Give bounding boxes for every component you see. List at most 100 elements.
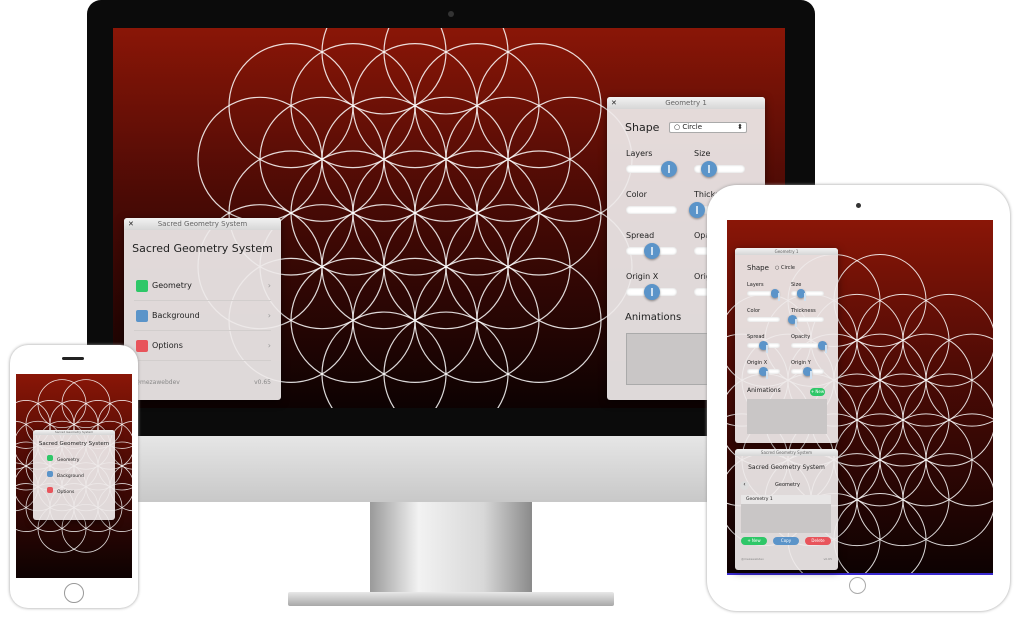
menu-item-background[interactable]: Background bbox=[33, 471, 115, 487]
slider-label: Color bbox=[626, 190, 647, 199]
geometry-icon bbox=[136, 279, 148, 292]
delete-button[interactable]: Delete bbox=[805, 537, 831, 545]
background-icon bbox=[136, 309, 148, 322]
options-icon bbox=[47, 487, 53, 493]
slider-label: Size bbox=[694, 149, 711, 158]
slider-label: Origin X bbox=[626, 272, 659, 281]
pattern-circle bbox=[383, 311, 509, 408]
slider-label: Opacity bbox=[791, 334, 811, 340]
animations-label: Animations bbox=[747, 387, 781, 394]
imac-chin bbox=[87, 436, 815, 502]
menu-label: Background bbox=[57, 474, 84, 479]
menu-item-background[interactable]: Background › bbox=[134, 301, 271, 331]
animations-label: Animations bbox=[625, 312, 682, 323]
phone-home-button[interactable] bbox=[64, 583, 84, 603]
slider-handle[interactable] bbox=[688, 202, 705, 218]
slider-origin-x[interactable] bbox=[626, 284, 677, 300]
window-title: Sacred Geometry System bbox=[157, 220, 248, 228]
imac-base bbox=[288, 592, 614, 606]
slider-handle[interactable] bbox=[661, 161, 678, 177]
slider-label: Layers bbox=[747, 282, 764, 288]
chevron-right-icon: › bbox=[267, 281, 271, 290]
slider-handle[interactable] bbox=[759, 341, 768, 353]
imac-camera bbox=[448, 11, 454, 17]
copy-button[interactable]: Copy bbox=[773, 537, 799, 545]
geometry-list: Geometry 1 bbox=[741, 495, 831, 533]
chevron-right-icon: › bbox=[267, 311, 271, 320]
slider-label: Thickness bbox=[791, 308, 816, 314]
window-title: Geometry 1 bbox=[774, 249, 799, 254]
menu-item-options[interactable]: Options › bbox=[134, 331, 271, 361]
footer: @mezawebdev v0.65 bbox=[124, 379, 281, 386]
window-title: Sacred Geometry System bbox=[760, 450, 813, 455]
tablet-camera bbox=[856, 203, 861, 208]
handle: @mezawebdev bbox=[134, 379, 180, 386]
tablet-home-button[interactable] bbox=[849, 577, 866, 594]
panel-title: Sacred Geometry System bbox=[748, 464, 825, 471]
shape-value: Circle bbox=[682, 123, 703, 131]
close-icon[interactable]: ✕ bbox=[128, 218, 134, 230]
slider-color[interactable] bbox=[626, 206, 677, 214]
imac-stand bbox=[370, 502, 532, 594]
slider-handle[interactable] bbox=[770, 289, 780, 301]
version: v0.65 bbox=[254, 379, 271, 386]
slider-handle[interactable] bbox=[796, 289, 806, 301]
back-button[interactable]: ‹ bbox=[740, 481, 749, 490]
shape-value[interactable]: ○ Circle bbox=[775, 265, 795, 271]
list-item[interactable]: Geometry 1 bbox=[741, 495, 831, 504]
close-icon[interactable]: ✕ bbox=[611, 97, 617, 109]
version: v0.65 bbox=[823, 557, 832, 561]
geometry-panel: Geometry 1 Shape ○ Circle Animations + N… bbox=[735, 248, 838, 443]
slider-label: Color bbox=[747, 308, 761, 314]
main-menu-panel: ✕ Sacred Geometry System Sacred Geometry … bbox=[124, 218, 281, 400]
handle: @mezawebdev bbox=[741, 557, 764, 561]
new-animation-button[interactable]: + New bbox=[810, 388, 825, 396]
menu-item-geometry[interactable]: Geometry › bbox=[134, 271, 271, 301]
slider-origin-x[interactable] bbox=[747, 367, 780, 379]
slider-handle[interactable] bbox=[701, 161, 718, 177]
slider-handle[interactable] bbox=[643, 243, 660, 259]
menu-label: Background bbox=[152, 311, 200, 320]
title-bar: Sacred Geometry System bbox=[33, 430, 115, 435]
title-bar: Sacred Geometry System bbox=[735, 449, 838, 456]
slider-origin-y[interactable] bbox=[791, 367, 824, 379]
shape-select[interactable]: ○ Circle ⬍ bbox=[669, 122, 747, 133]
slider-layers[interactable] bbox=[626, 161, 678, 177]
slider-layers[interactable] bbox=[747, 289, 780, 301]
slider-handle[interactable] bbox=[817, 341, 827, 353]
slider-spread[interactable] bbox=[747, 341, 780, 353]
slider-handle[interactable] bbox=[643, 284, 660, 300]
slider-size[interactable] bbox=[694, 161, 745, 177]
geometry-icon bbox=[47, 455, 53, 461]
phone-speaker bbox=[62, 357, 84, 360]
chevron-right-icon: › bbox=[267, 341, 271, 350]
menu-label: Options bbox=[57, 490, 75, 495]
menu-label: Geometry bbox=[57, 458, 80, 463]
slider-color[interactable] bbox=[747, 317, 780, 322]
slider-handle[interactable] bbox=[759, 367, 768, 379]
slider-size[interactable] bbox=[791, 289, 824, 301]
slider-thickness[interactable] bbox=[788, 315, 824, 327]
shape-label: Shape bbox=[625, 121, 660, 134]
menu-item-options[interactable]: Options bbox=[33, 487, 115, 503]
slider-handle[interactable] bbox=[788, 315, 798, 327]
slider-handle[interactable] bbox=[803, 367, 812, 379]
list-item-label: Geometry 1 bbox=[746, 497, 773, 502]
window-title: Geometry 1 bbox=[665, 99, 707, 107]
animations-list[interactable] bbox=[747, 399, 827, 434]
slider-spread[interactable] bbox=[626, 243, 677, 259]
new-button[interactable]: + New bbox=[741, 537, 767, 545]
main-menu-panel: Sacred Geometry System Sacred Geometry S… bbox=[33, 430, 115, 520]
menu-label: Geometry bbox=[152, 281, 192, 290]
menu-item-geometry[interactable]: Geometry bbox=[33, 455, 115, 471]
section-title: Geometry bbox=[775, 482, 800, 488]
slider-label: Layers bbox=[626, 149, 653, 158]
menu-label: Options bbox=[152, 341, 183, 350]
slider-label: Spread bbox=[626, 231, 655, 240]
panel-title: Sacred Geometry System bbox=[38, 441, 110, 447]
slider-label: Origin Y bbox=[791, 360, 811, 366]
title-bar: ✕ Geometry 1 bbox=[607, 97, 765, 109]
slider-opacity[interactable] bbox=[791, 341, 827, 353]
title-bar: ✕ Sacred Geometry System bbox=[124, 218, 281, 230]
footer: @mezawebdev v0.65 bbox=[735, 557, 838, 561]
